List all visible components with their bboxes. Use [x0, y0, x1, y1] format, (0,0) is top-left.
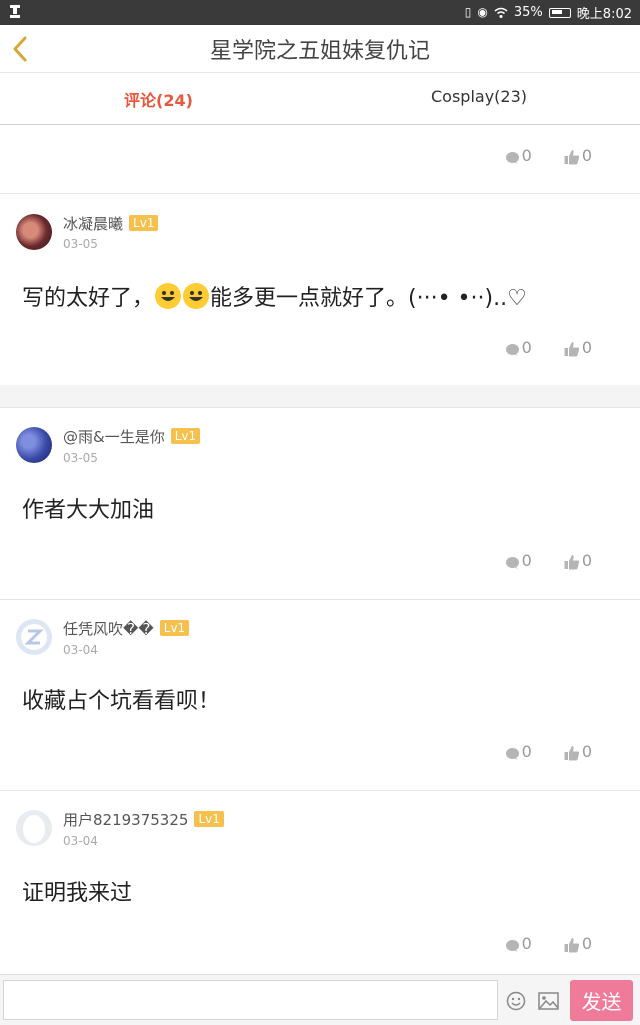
- comment-stats: 0 0: [505, 934, 592, 953]
- like-count-button[interactable]: 0: [564, 146, 592, 165]
- comment-bubble-icon: [505, 940, 519, 952]
- tab-cosplay[interactable]: Cosplay(23): [431, 87, 527, 106]
- level-badge: Lv1: [159, 620, 190, 636]
- comment-stats: 0 0: [505, 338, 592, 357]
- comment-bubble-icon: [505, 557, 519, 569]
- like-button[interactable]: 0: [564, 742, 592, 761]
- level-badge: Lv1: [194, 811, 224, 827]
- like-button[interactable]: 0: [564, 934, 592, 953]
- image-icon[interactable]: [538, 992, 559, 1010]
- comment-date: 03-04: [63, 643, 98, 657]
- reply-button[interactable]: 0: [505, 338, 532, 357]
- eye-icon: ◉: [477, 5, 488, 19]
- level-badge: Lv1: [129, 215, 159, 231]
- reply-button[interactable]: 0: [505, 742, 532, 761]
- username[interactable]: 冰凝晨曦: [63, 215, 123, 233]
- battery-icon: [548, 7, 571, 18]
- header: 星学院之五姐妹复仇记: [0, 25, 640, 73]
- comment-bubble-icon: [505, 152, 519, 164]
- comment-stats: 0 0: [505, 551, 592, 570]
- clock: 晚上8:02: [576, 7, 632, 22]
- username[interactable]: 用户8219375325: [63, 811, 188, 829]
- comment-date: 03-05: [63, 237, 98, 251]
- grinning-face-icon: [155, 283, 182, 309]
- comment-bubble-icon: [505, 748, 519, 760]
- like-button[interactable]: 0: [564, 551, 592, 570]
- avatar[interactable]: [16, 810, 52, 846]
- page-title: 星学院之五姐妹复仇记: [209, 39, 430, 64]
- section-gap: [0, 385, 640, 408]
- grinning-face-icon: [183, 283, 210, 309]
- default-avatar-icon: [23, 815, 45, 843]
- divider: [0, 790, 640, 791]
- default-avatar-icon: [21, 624, 47, 650]
- thumbs-up-icon: [564, 746, 579, 761]
- comment-composer: 发送: [0, 974, 640, 1025]
- wifi-icon: [494, 7, 508, 18]
- send-button[interactable]: 发送: [570, 980, 633, 1021]
- thumbs-up-icon: [564, 555, 579, 570]
- avatar[interactable]: [16, 214, 52, 250]
- comment-date: 03-04: [63, 834, 98, 848]
- reply-button[interactable]: 0: [505, 551, 532, 570]
- tab-comments[interactable]: 评论(24): [124, 87, 193, 111]
- divider: [0, 193, 640, 194]
- comment-text: 写的太好了， 能多更一点就好了。(···• •··)..♡: [22, 280, 527, 312]
- like-button[interactable]: 0: [564, 338, 592, 357]
- thumbs-up-icon: [564, 342, 579, 357]
- post-stats: 0 0: [505, 146, 592, 165]
- vibrate-icon: ▯: [464, 5, 472, 19]
- comment-input[interactable]: [3, 980, 498, 1020]
- battery-percent: 35%: [513, 5, 543, 20]
- avatar[interactable]: [16, 427, 52, 463]
- comment-text: 作者大大加油: [22, 498, 155, 523]
- avatar[interactable]: [16, 619, 52, 655]
- reply-button[interactable]: 0: [505, 934, 532, 953]
- level-badge: Lv1: [170, 428, 201, 444]
- thumbs-up-icon: [564, 938, 579, 953]
- comment-text: 证明我来过: [22, 881, 133, 906]
- status-bar: ▯ ◉ 35% 晚上8:02: [0, 0, 640, 25]
- divider: [0, 599, 640, 600]
- tab-bar: 评论(24) Cosplay(23): [0, 73, 640, 125]
- username[interactable]: 任凭风吹��: [63, 620, 154, 638]
- notification-icon: [10, 5, 20, 18]
- comment-text: 收藏占个坑看看呗！: [22, 689, 221, 714]
- comment-date: 03-05: [63, 451, 98, 465]
- username[interactable]: @雨&一生是你: [63, 428, 165, 446]
- emoji-icon[interactable]: [506, 991, 526, 1011]
- thumbs-up-icon: [564, 150, 579, 165]
- comment-feed[interactable]: 0 0 冰凝晨曦 Lv1 03-05 写的太好了， 能多更一点就好了。(···• •…: [0, 126, 640, 974]
- comment-stats: 0 0: [505, 742, 592, 761]
- comment-bubble-icon: [505, 344, 519, 356]
- comment-count-button[interactable]: 0: [505, 146, 532, 165]
